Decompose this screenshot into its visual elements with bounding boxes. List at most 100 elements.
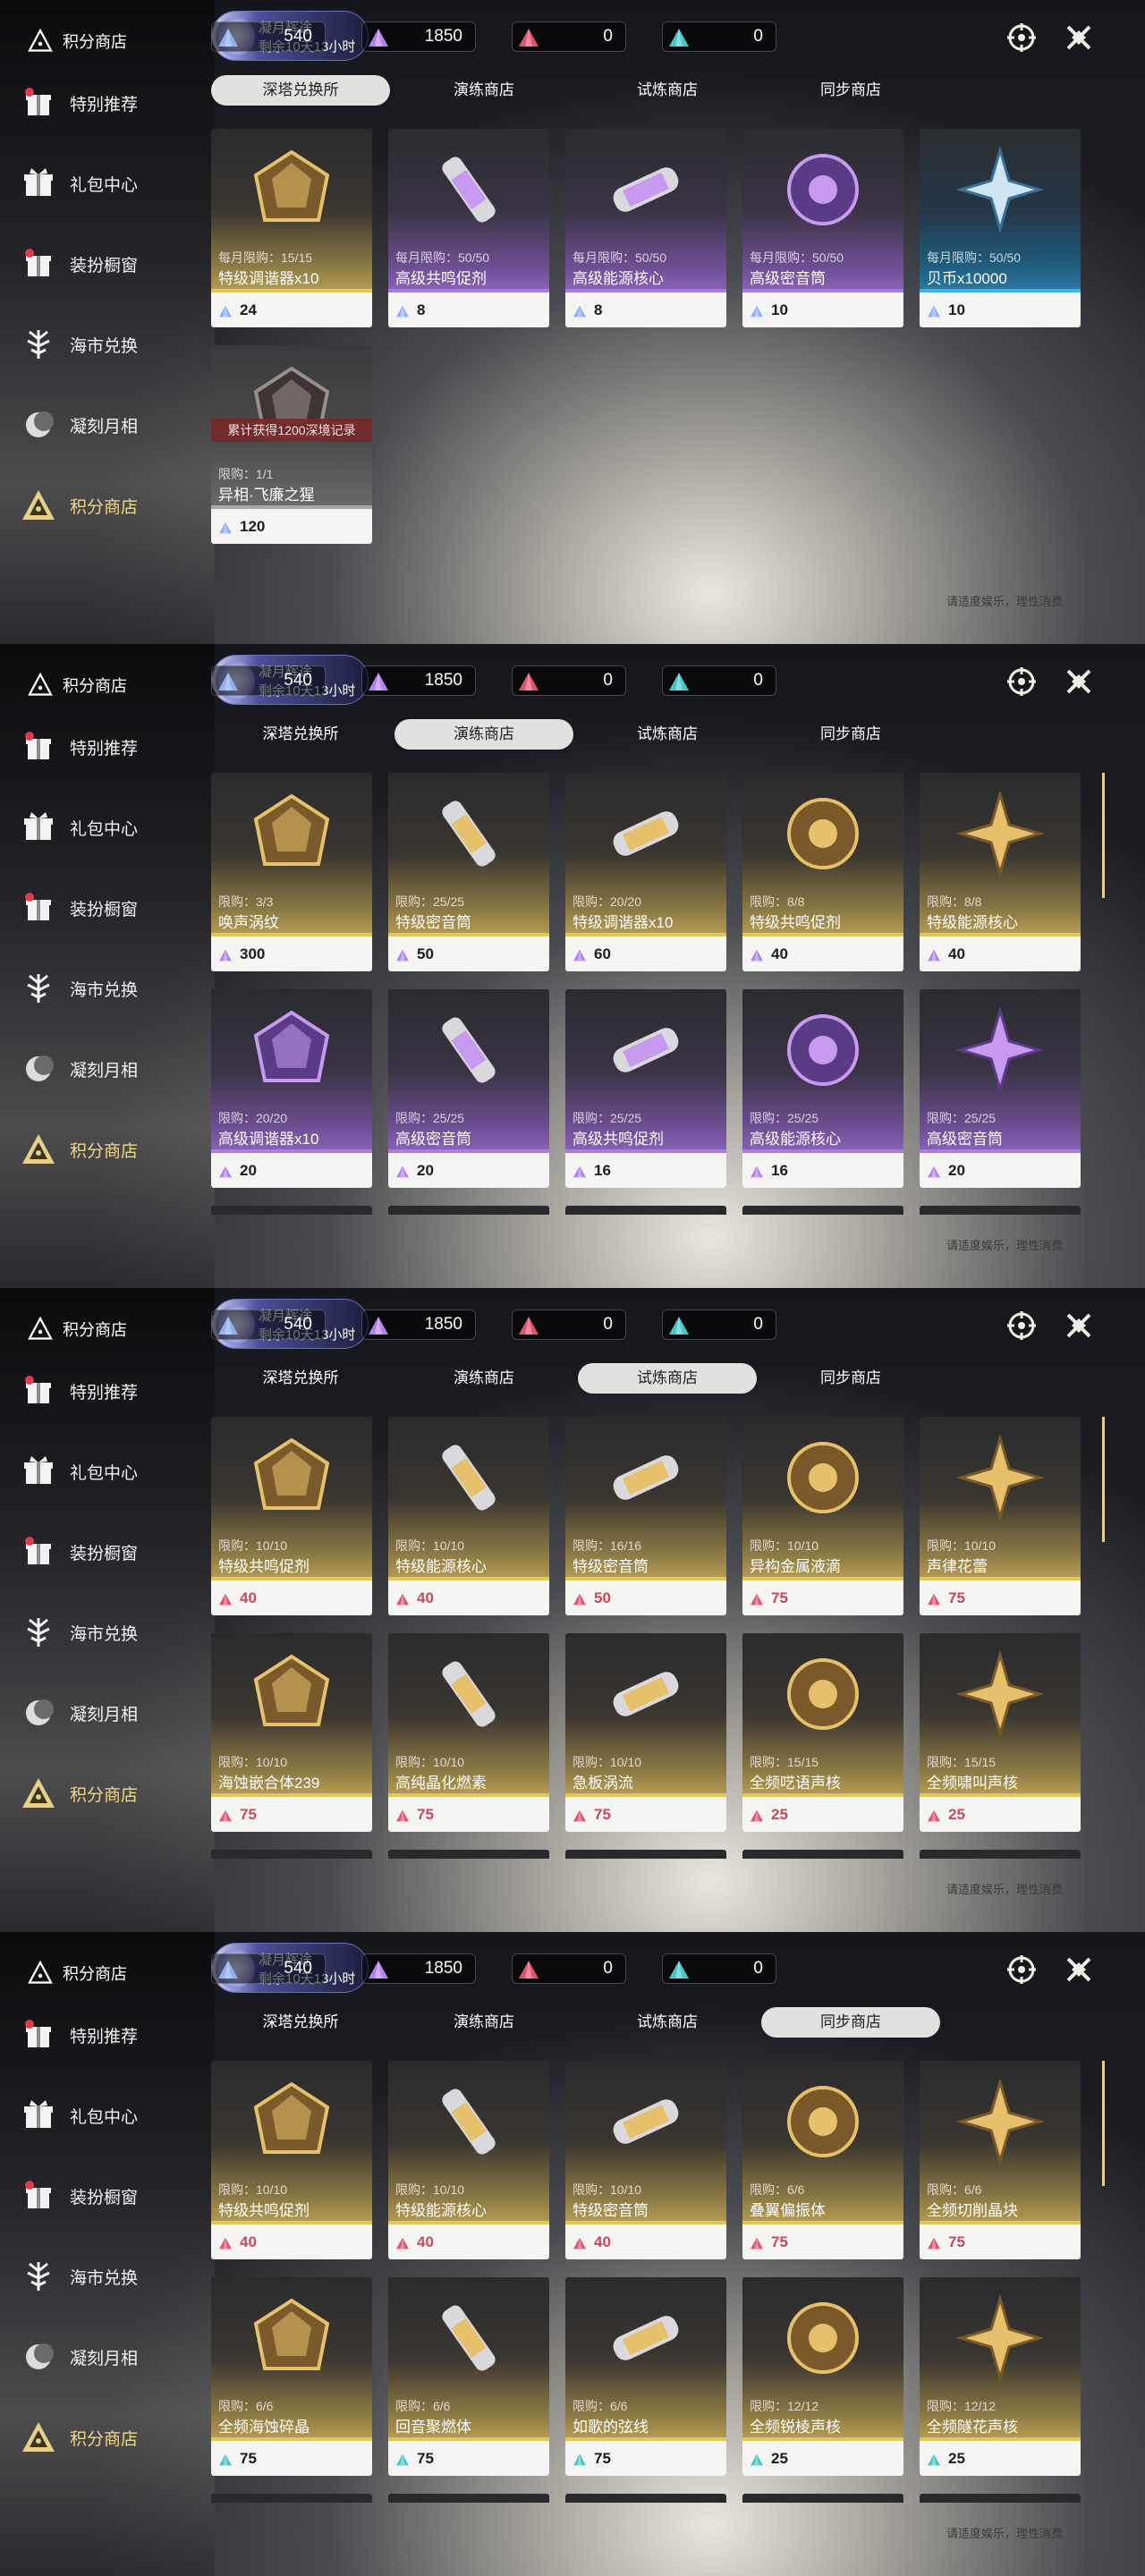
shop-item-card[interactable]: 限购：10/10 声律花蕾 75 <box>920 1417 1081 1615</box>
shop-item-card[interactable]: 限购：10/10 异构金属液滴 75 <box>742 1417 903 1615</box>
currency-counter[interactable]: 540 <box>211 665 326 696</box>
shop-item-card[interactable]: 限购：25/25 高级共鸣促剂 16 <box>565 989 726 1188</box>
shop-item-card[interactable]: 限购：10/10 特级能源核心 40 <box>388 1417 549 1615</box>
currency-counter[interactable]: 1850 <box>361 1309 476 1340</box>
currency-counter[interactable]: 0 <box>512 665 626 696</box>
shop-item-card[interactable]: 累计获得1200深境记录 限购：1/1 异相·飞廉之猩 120 <box>211 345 372 544</box>
shop-item-card[interactable]: 限购：20/20 高级调谐器x10 20 <box>211 989 372 1188</box>
tab-4[interactable]: 同步商店 <box>761 719 940 750</box>
sidebar-item-2[interactable]: 礼包中心 <box>20 2089 199 2142</box>
sidebar-item-3[interactable]: 装扮橱窗 <box>20 1525 199 1579</box>
tab-2[interactable]: 演练商店 <box>394 1363 573 1394</box>
tab-1[interactable]: 深塔兑换所 <box>211 719 390 750</box>
sidebar-item-3[interactable]: 装扮橱窗 <box>20 2169 199 2223</box>
currency-counter[interactable]: 0 <box>662 665 776 696</box>
sidebar-item-3[interactable]: 装扮橱窗 <box>20 237 199 291</box>
shop-item-card[interactable]: 每月限购：50/50 高级共鸣促剂 8 <box>388 129 549 327</box>
sidebar-item-5[interactable]: 凝刻月相 <box>20 2330 199 2384</box>
shop-item-card[interactable]: 限购：3/3 唤声涡纹 300 <box>211 773 372 971</box>
tab-4[interactable]: 同步商店 <box>761 2007 940 2038</box>
currency-counter[interactable]: 540 <box>211 21 326 52</box>
shop-item-card[interactable]: 每月限购：50/50 贝币x10000 10 <box>920 129 1081 327</box>
tab-3[interactable]: 试炼商店 <box>578 1363 757 1394</box>
close-icon[interactable] <box>1061 664 1097 699</box>
shop-item-card[interactable]: 每月限购：50/50 高级密音筒 10 <box>742 129 903 327</box>
currency-counter[interactable]: 540 <box>211 1953 326 1984</box>
tab-3[interactable]: 试炼商店 <box>578 2007 757 2038</box>
scrollbar[interactable] <box>1102 1417 1105 1542</box>
sidebar-item-2[interactable]: 礼包中心 <box>20 1445 199 1498</box>
shop-item-card[interactable]: 限购：25/25 高级能源核心 16 <box>742 989 903 1188</box>
currency-counter[interactable]: 540 <box>211 1309 326 1340</box>
currency-counter[interactable]: 0 <box>512 1953 626 1984</box>
currency-counter[interactable]: 1850 <box>361 1953 476 1984</box>
close-icon[interactable] <box>1061 20 1097 55</box>
sidebar-item-6[interactable]: 积分商店 <box>20 1767 216 1820</box>
swap-icon[interactable] <box>1004 1952 1039 1987</box>
shop-item-card[interactable]: 限购：6/6 叠翼偏振体 75 <box>742 2061 903 2259</box>
sidebar-item-4[interactable]: 海市兑换 <box>20 318 199 371</box>
sidebar-item-5[interactable]: 凝刻月相 <box>20 1686 199 1740</box>
tab-1[interactable]: 深塔兑换所 <box>211 1363 390 1394</box>
sidebar-item-5[interactable]: 凝刻月相 <box>20 1042 199 1096</box>
shop-item-card[interactable]: 限购：8/8 特级共鸣促剂 40 <box>742 773 903 971</box>
sidebar-item-1[interactable]: 特别推荐 <box>20 2008 199 2062</box>
sidebar-item-6[interactable]: 积分商店 <box>20 2411 216 2464</box>
sidebar-item-2[interactable]: 礼包中心 <box>20 157 199 210</box>
shop-item-card[interactable]: 限购：10/10 高纯晶化燃素 75 <box>388 1633 549 1832</box>
sidebar-item-6[interactable]: 积分商店 <box>20 1123 216 1176</box>
tab-2[interactable]: 演练商店 <box>394 2007 573 2038</box>
shop-item-card[interactable]: 限购：25/25 高级密音筒 20 <box>388 989 549 1188</box>
currency-counter[interactable]: 1850 <box>361 21 476 52</box>
shop-item-card[interactable]: 限购：25/25 特级密音筒 50 <box>388 773 549 971</box>
close-icon[interactable] <box>1061 1952 1097 1987</box>
shop-item-card[interactable]: 限购：25/25 高级密音筒 20 <box>920 989 1081 1188</box>
currency-counter[interactable]: 0 <box>512 21 626 52</box>
scrollbar[interactable] <box>1102 773 1105 898</box>
tab-1[interactable]: 深塔兑换所 <box>211 75 390 106</box>
tab-1[interactable]: 深塔兑换所 <box>211 2007 390 2038</box>
shop-item-card[interactable]: 限购：10/10 特级密音筒 40 <box>565 2061 726 2259</box>
swap-icon[interactable] <box>1004 20 1039 55</box>
shop-item-card[interactable]: 每月限购：50/50 高级能源核心 8 <box>565 129 726 327</box>
currency-counter[interactable]: 1850 <box>361 665 476 696</box>
shop-item-card[interactable]: 限购：8/8 特级能源核心 40 <box>920 773 1081 971</box>
shop-item-card[interactable]: 限购：10/10 特级共鸣促剂 40 <box>211 1417 372 1615</box>
sidebar-item-5[interactable]: 凝刻月相 <box>20 398 199 452</box>
swap-icon[interactable] <box>1004 1308 1039 1343</box>
shop-item-card[interactable]: 限购：16/16 特级密音筒 50 <box>565 1417 726 1615</box>
shop-item-card[interactable]: 限购：10/10 急板涡流 75 <box>565 1633 726 1832</box>
shop-item-card[interactable]: 限购：10/10 特级能源核心 40 <box>388 2061 549 2259</box>
sidebar-item-1[interactable]: 特别推荐 <box>20 76 199 130</box>
tab-3[interactable]: 试炼商店 <box>578 719 757 750</box>
tab-4[interactable]: 同步商店 <box>761 1363 940 1394</box>
tab-4[interactable]: 同步商店 <box>761 75 940 106</box>
shop-item-card[interactable]: 限购：15/15 全频啸叫声核 25 <box>920 1633 1081 1832</box>
scrollbar[interactable] <box>1102 2061 1105 2186</box>
sidebar-item-6[interactable]: 积分商店 <box>20 479 216 532</box>
currency-counter[interactable]: 0 <box>662 1953 776 1984</box>
swap-icon[interactable] <box>1004 664 1039 699</box>
shop-item-card[interactable]: 限购：15/15 全频呓语声核 25 <box>742 1633 903 1832</box>
sidebar-item-4[interactable]: 海市兑换 <box>20 962 199 1015</box>
sidebar-item-1[interactable]: 特别推荐 <box>20 1364 199 1418</box>
sidebar-item-2[interactable]: 礼包中心 <box>20 801 199 854</box>
close-icon[interactable] <box>1061 1308 1097 1343</box>
currency-counter[interactable]: 0 <box>662 21 776 52</box>
sidebar-item-1[interactable]: 特别推荐 <box>20 720 199 774</box>
shop-item-card[interactable]: 限购：6/6 全频切削晶块 75 <box>920 2061 1081 2259</box>
sidebar-item-3[interactable]: 装扮橱窗 <box>20 881 199 935</box>
tab-3[interactable]: 试炼商店 <box>578 75 757 106</box>
sidebar-item-4[interactable]: 海市兑换 <box>20 1606 199 1659</box>
shop-item-card[interactable]: 限购：20/20 特级调谐器x10 60 <box>565 773 726 971</box>
shop-item-card[interactable]: 每月限购：15/15 特级调谐器x10 24 <box>211 129 372 327</box>
shop-item-card[interactable]: 限购：6/6 回音聚燃体 75 <box>388 2277 549 2476</box>
shop-item-card[interactable]: 限购：12/12 全频锐棱声核 25 <box>742 2277 903 2476</box>
shop-item-card[interactable]: 限购：6/6 如歌的弦线 75 <box>565 2277 726 2476</box>
tab-2[interactable]: 演练商店 <box>394 75 573 106</box>
sidebar-item-4[interactable]: 海市兑换 <box>20 2250 199 2303</box>
shop-item-card[interactable]: 限购：6/6 全频海蚀碎晶 75 <box>211 2277 372 2476</box>
shop-item-card[interactable]: 限购：10/10 特级共鸣促剂 40 <box>211 2061 372 2259</box>
shop-item-card[interactable]: 限购：12/12 全频隧花声核 25 <box>920 2277 1081 2476</box>
currency-counter[interactable]: 0 <box>662 1309 776 1340</box>
